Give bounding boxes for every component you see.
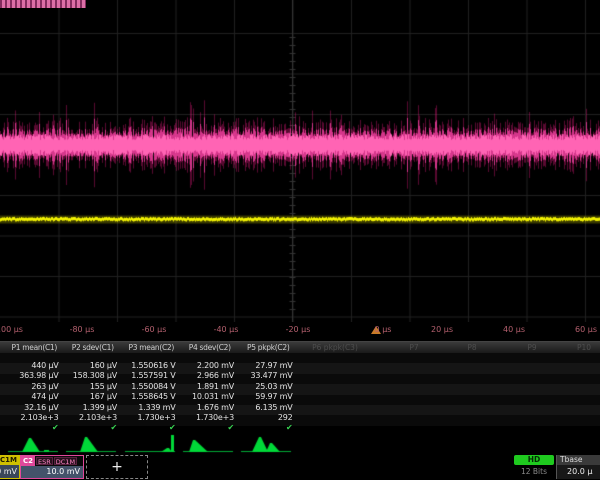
measurement-table-header: P1 mean(C1)P2 sdev(C1)P3 mean(C2)P4 sdev…: [0, 341, 600, 353]
measurement-row: 440 µV160 µV1.550616 V2.200 mV27.97 mV: [0, 353, 600, 363]
timebase-title: Tbase: [557, 455, 600, 465]
measurement-header[interactable]: P5 pkpk(C2): [239, 342, 298, 353]
measurement-header[interactable]: P2 sdev(C1): [64, 342, 123, 353]
timebase-descriptor[interactable]: Tbase 20.0 µ: [556, 455, 600, 479]
clipped-message-badge: [0, 0, 86, 8]
time-axis-label: -80 µs: [70, 325, 95, 334]
c2-coupling-badge: DC1M: [54, 457, 77, 465]
time-axis-label: 40 µs: [503, 325, 525, 334]
channel-c1-descriptor[interactable]: DC1M 10.0 mV: [0, 455, 20, 479]
measurement-header[interactable]: P3 mean(C2): [122, 342, 181, 353]
channel-c2-descriptor[interactable]: C2 ESR DC1M 10.0 mV: [20, 455, 84, 479]
c1-coupling-badge: DC1M: [0, 456, 19, 465]
c1-vertical-scale: 10.0 mV: [0, 465, 19, 478]
measurement-histicons: [0, 428, 600, 455]
waveform-display[interactable]: [0, 0, 600, 322]
c2-vertical-scale: 10.0 mV: [21, 466, 83, 478]
time-axis-label: 20 µs: [431, 325, 453, 334]
measurement-header-dim[interactable]: P6 pkpk(C3): [312, 342, 358, 353]
measurement-status-row: ✔✔✔✔✔: [0, 415, 600, 425]
timebase-scale: 20.0 µ: [557, 465, 600, 479]
add-trace-button[interactable]: +: [86, 455, 148, 479]
time-axis-label: -60 µs: [142, 325, 167, 334]
measurement-header-dim[interactable]: P9: [527, 342, 536, 353]
acquisition-mode: HD 12 Bits: [514, 455, 554, 476]
measurement-table: P1 mean(C1)P2 sdev(C1)P3 mean(C2)P4 sdev…: [0, 341, 600, 426]
time-axis-label: -100 µs: [0, 325, 23, 334]
c2-channel-tag: C2: [21, 456, 35, 466]
c2-descriptor-header: C2 ESR DC1M: [21, 456, 83, 466]
measurement-header[interactable]: P1 mean(C1): [5, 342, 64, 353]
measurement-header-dim[interactable]: P8: [467, 342, 476, 353]
measurement-header-dim[interactable]: P10: [577, 342, 591, 353]
measurement-header[interactable]: P4 sdev(C2): [181, 342, 240, 353]
bits-label: 12 Bits: [514, 467, 554, 476]
measurement-row: 363.98 µV158.308 µV1.557591 V2.966 mV33.…: [0, 363, 600, 373]
time-axis: -100 µs -80 µs -60 µs -40 µs -20 µs 0 µs 20 µs…: [0, 322, 600, 340]
oscilloscope-screen: -100 µs -80 µs -60 µs -40 µs -20 µs 0 µs 20 µs…: [0, 0, 600, 480]
measurement-row: 2.103e+32.103e+31.730e+31.730e+3292: [0, 405, 600, 415]
hd-mode-badge[interactable]: HD: [514, 455, 554, 465]
time-axis-label: -20 µs: [286, 325, 311, 334]
time-axis-label: 60 µs: [575, 325, 597, 334]
time-axis-label: -40 µs: [214, 325, 239, 334]
measurement-row: 263 µV155 µV1.550084 V1.891 mV25.03 mV: [0, 374, 600, 384]
c2-esr-badge: ESR: [36, 457, 53, 465]
time-axis-label: 0 µs: [375, 325, 392, 334]
measurement-row: 32.16 µV1.399 µV1.339 mV1.676 mV6.135 mV: [0, 395, 600, 405]
measurement-row: 474 µV167 µV1.558645 V10.031 mV59.97 mV: [0, 384, 600, 394]
channel-c1-descriptor-inner: DC1M 10.0 mV: [0, 455, 20, 479]
bottom-toolbar: DC1M 10.0 mV C2 ESR DC1M 10.0 mV + HD 12…: [0, 455, 600, 480]
measurement-header-dim[interactable]: P7: [409, 342, 418, 353]
